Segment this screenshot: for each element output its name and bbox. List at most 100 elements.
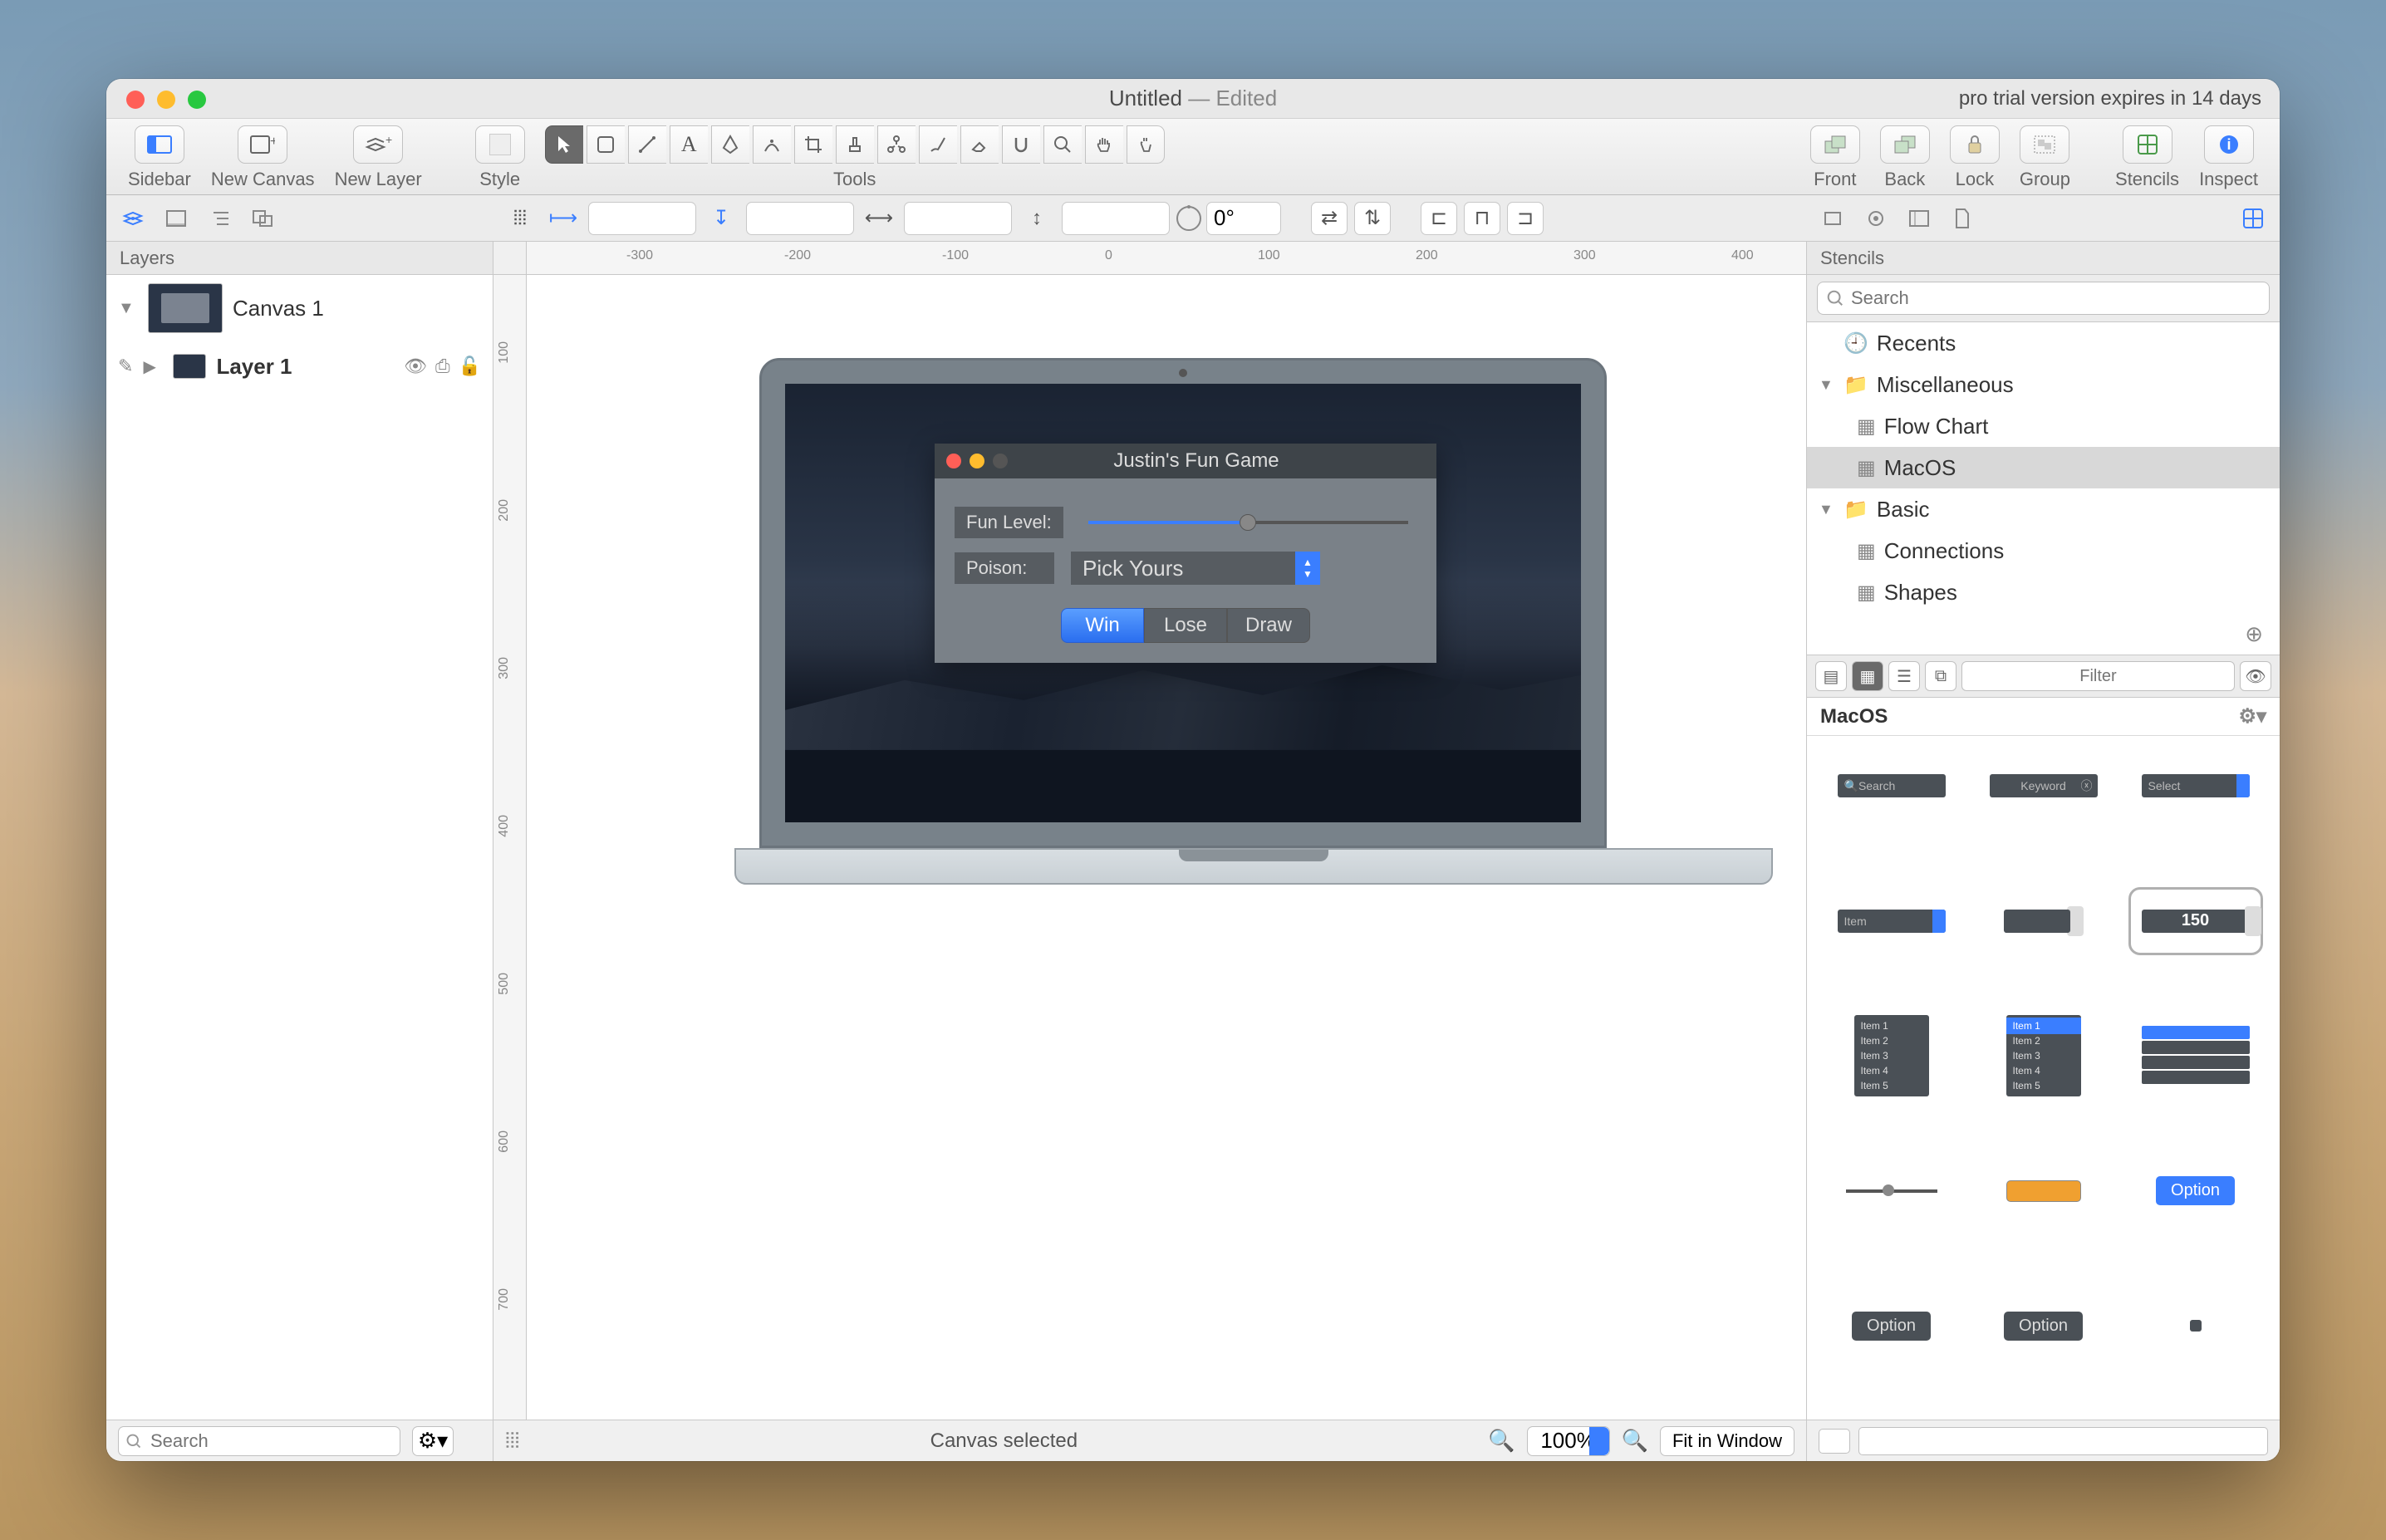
poison-select[interactable]: Pick Yours ▲▼: [1071, 552, 1320, 585]
layer-row[interactable]: ✎ ▶ Layer 1 👁 ⎙ 🔓: [106, 341, 493, 391]
outline-tab[interactable]: [201, 202, 238, 235]
stencil-progress-bar[interactable]: [1986, 1166, 2102, 1216]
zoom-in-icon[interactable]: 🔍: [1622, 1428, 1648, 1454]
stencil-list-highlight[interactable]: Item 1Item 2Item 3Item 4Item 5: [1986, 1031, 2102, 1081]
front-button[interactable]: [1810, 125, 1860, 164]
new-layer-button[interactable]: +: [353, 125, 403, 164]
more-row[interactable]: ⊕: [1807, 613, 2280, 655]
lose-button[interactable]: Lose: [1144, 608, 1227, 643]
view-detail[interactable]: ▤: [1815, 661, 1847, 691]
stencil-pill-list[interactable]: [2138, 1031, 2254, 1081]
stencil-item-select[interactable]: Item: [1834, 896, 1950, 946]
x-field[interactable]: [588, 202, 696, 235]
hand-tool[interactable]: [1085, 125, 1123, 164]
stencil-option-blue[interactable]: Option: [2138, 1166, 2254, 1216]
properties-inspector[interactable]: [1858, 202, 1894, 235]
stamp-tool[interactable]: [836, 125, 874, 164]
misc-folder[interactable]: ▼📁Miscellaneous: [1807, 364, 2280, 405]
crop-tool[interactable]: [794, 125, 832, 164]
new-canvas-button[interactable]: +: [238, 125, 287, 164]
pencil-icon[interactable]: ✎: [118, 356, 133, 377]
canvas[interactable]: Justin's Fun Game Fun Level: Poi: [527, 275, 1806, 1420]
minimize-icon[interactable]: [157, 91, 175, 109]
stencil-option-dark-2[interactable]: Option: [1986, 1301, 2102, 1351]
stencil-list-plain[interactable]: Item 1Item 2Item 3Item 4Item 5: [1834, 1031, 1950, 1081]
stencil-slider[interactable]: [1834, 1166, 1950, 1216]
pen-tool[interactable]: [711, 125, 749, 164]
style-button[interactable]: [475, 125, 525, 164]
stencils-button[interactable]: [2123, 125, 2172, 164]
laptop-shape[interactable]: Justin's Fun Game Fun Level: Poi: [734, 358, 1632, 885]
stencil-search[interactable]: [1817, 282, 2270, 315]
win-button[interactable]: Win: [1061, 608, 1144, 643]
zoom-icon[interactable]: [188, 91, 206, 109]
disclosure-icon[interactable]: ▼: [118, 299, 138, 318]
fit-window-button[interactable]: Fit in Window: [1660, 1426, 1794, 1456]
stencil-option-dark-1[interactable]: Option: [1834, 1301, 1950, 1351]
point-tool[interactable]: [753, 125, 791, 164]
draw-button[interactable]: Draw: [1227, 608, 1310, 643]
document-inspector[interactable]: [1944, 202, 1981, 235]
stencil-keyword-field[interactable]: Keywordⓧ: [1986, 761, 2102, 811]
stencil-search-field[interactable]: 🔍 Search: [1834, 761, 1950, 811]
selection-tab[interactable]: [244, 202, 281, 235]
group-button[interactable]: [2020, 125, 2069, 164]
flowchart-stencil[interactable]: ▦Flow Chart: [1807, 405, 2280, 447]
line-tool[interactable]: [628, 125, 666, 164]
inspect-button[interactable]: i: [2204, 125, 2254, 164]
stencil-filter[interactable]: [1961, 661, 2235, 691]
dialog-close-icon[interactable]: [946, 454, 961, 468]
back-button[interactable]: [1880, 125, 1930, 164]
guides-tab[interactable]: [158, 202, 194, 235]
recents-row[interactable]: 🕘Recents: [1807, 322, 2280, 364]
fun-level-slider[interactable]: [1088, 521, 1408, 524]
sidebar-toggle[interactable]: [135, 125, 184, 164]
view-list[interactable]: ☰: [1888, 661, 1920, 691]
layers-tab[interactable]: [115, 202, 151, 235]
print-icon[interactable]: ⎙: [435, 356, 450, 377]
selection-tool[interactable]: [545, 125, 583, 164]
flip-v-button[interactable]: ⇅: [1354, 202, 1391, 235]
visibility-icon[interactable]: 👁: [404, 356, 427, 377]
macos-stencil[interactable]: ▦MacOS: [1807, 447, 2280, 488]
fill-swatch[interactable]: [1819, 1429, 1850, 1454]
connections-stencil[interactable]: ▦Connections: [1807, 530, 2280, 571]
diagram-tool[interactable]: [877, 125, 916, 164]
disclosure-icon[interactable]: ▶: [143, 356, 163, 377]
object-inspector[interactable]: [1814, 202, 1851, 235]
canvas-inspector[interactable]: [1901, 202, 1937, 235]
flip-h-button[interactable]: ⇄: [1311, 202, 1348, 235]
lock-button[interactable]: [1950, 125, 2000, 164]
rotation-field[interactable]: 0°: [1176, 202, 1281, 235]
lock-layer-icon[interactable]: 🔓: [459, 356, 481, 377]
align-center-button[interactable]: ⊓: [1464, 202, 1500, 235]
zoom-field[interactable]: 100%: [1527, 1426, 1610, 1456]
text-tool[interactable]: A: [670, 125, 708, 164]
h-field[interactable]: [1062, 202, 1170, 235]
close-icon[interactable]: [126, 91, 145, 109]
shape-tool[interactable]: [587, 125, 625, 164]
magnet-tool[interactable]: [1002, 125, 1040, 164]
eraser-tool[interactable]: [960, 125, 999, 164]
align-left-button[interactable]: ⊏: [1421, 202, 1457, 235]
align-right-button[interactable]: ⊐: [1507, 202, 1544, 235]
zoom-out-icon[interactable]: 🔍: [1488, 1428, 1515, 1454]
layer-search[interactable]: [118, 1426, 400, 1456]
brush-tool[interactable]: [919, 125, 957, 164]
dialog-window[interactable]: Justin's Fun Game Fun Level: Poi: [935, 444, 1436, 663]
shapes-stencil[interactable]: ▦Shapes: [1807, 571, 2280, 613]
w-field[interactable]: [904, 202, 1012, 235]
y-field[interactable]: [746, 202, 854, 235]
action-tool[interactable]: [1127, 125, 1165, 164]
canvas-row[interactable]: ▼ Canvas 1: [106, 275, 493, 341]
zoom-tool[interactable]: [1043, 125, 1082, 164]
stencil-stepper-blank[interactable]: [1986, 896, 2102, 946]
view-grid[interactable]: ▦: [1852, 661, 1883, 691]
stencil-number-stepper[interactable]: 150: [2138, 896, 2254, 946]
layer-gear-button[interactable]: ⚙▾: [412, 1426, 454, 1456]
stencil-select[interactable]: Select: [2138, 761, 2254, 811]
stencils-grid-icon[interactable]: [2235, 202, 2271, 235]
grid-icon[interactable]: ⦙⦙⦙: [505, 1428, 519, 1454]
basic-folder[interactable]: ▼📁Basic: [1807, 488, 2280, 530]
stencil-checkbox[interactable]: [2138, 1301, 2254, 1351]
